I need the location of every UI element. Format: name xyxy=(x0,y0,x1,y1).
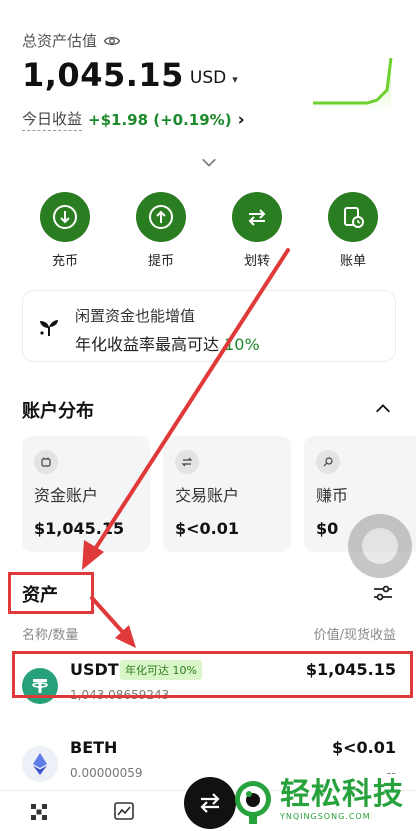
asset-symbol: BETH xyxy=(70,738,118,757)
account-name: 交易账户 xyxy=(175,486,240,505)
annotation-box-usdt-row xyxy=(12,651,413,698)
earn-icon xyxy=(316,450,340,474)
chevron-up-icon[interactable] xyxy=(374,400,392,418)
balance-sparkline xyxy=(313,57,393,112)
earn-promo-card[interactable]: 闲置资金也能增值 年化收益率最高可达 10% xyxy=(22,290,396,362)
funding-account-card[interactable]: 资金账户 $1,045.15 xyxy=(22,436,150,552)
filter-settings-icon[interactable] xyxy=(372,582,394,604)
promo-title: 闲置资金也能增值 xyxy=(75,307,196,325)
trade-swap-button[interactable] xyxy=(184,777,236,829)
account-name: 赚币 xyxy=(316,486,349,505)
withdraw-button[interactable]: 提币 xyxy=(121,192,201,269)
quick-actions: 充币 提币 划转 账单 xyxy=(0,192,416,272)
watermark: 轻松科技 YNQINGSONG.COM xyxy=(232,778,404,828)
account-value: $0 xyxy=(316,519,339,538)
market-chart-icon[interactable] xyxy=(114,802,134,820)
column-header-name-qty: 名称/数量 xyxy=(22,628,79,643)
chevron-down-icon[interactable] xyxy=(200,153,218,171)
account-distribution-title: 账户分布 xyxy=(22,401,94,422)
withdraw-label: 提币 xyxy=(147,254,174,269)
eye-icon[interactable] xyxy=(103,32,121,50)
caret-down-icon[interactable]: ▾ xyxy=(232,73,238,86)
deposit-label: 充币 xyxy=(51,254,78,269)
sprout-icon xyxy=(40,320,58,336)
annotation-box-assets-title xyxy=(8,572,94,614)
balance-value: 1,045.15 xyxy=(22,56,184,94)
transfer-icon xyxy=(232,192,282,242)
swap-icon xyxy=(200,793,220,813)
deposit-button[interactable]: 充币 xyxy=(25,192,105,269)
transfer-button[interactable]: 划转 xyxy=(217,192,297,269)
balance-row: 1,045.15 USD ▾ xyxy=(22,56,238,94)
today-earnings-label: 今日收益 xyxy=(22,108,83,131)
watermark-title: 轻松科技 xyxy=(280,777,404,812)
account-value: $<0.01 xyxy=(175,519,240,538)
bill-button[interactable]: 账单 xyxy=(313,192,393,269)
watermark-subtitle: YNQINGSONG.COM xyxy=(280,812,371,821)
bill-label: 账单 xyxy=(339,254,366,269)
asset-value: $<0.01 xyxy=(331,738,396,757)
account-name: 资金账户 xyxy=(34,486,99,505)
trading-account-card[interactable]: 交易账户 $<0.01 xyxy=(163,436,291,552)
wallet-icon xyxy=(34,450,58,474)
column-header-value-pnl: 价值/现货收益 xyxy=(313,628,396,643)
deposit-icon xyxy=(40,192,90,242)
today-earnings[interactable]: 今日收益 +$1.98 (+0.19%) › xyxy=(22,108,245,131)
promo-rate: 10% xyxy=(224,335,260,354)
withdraw-icon xyxy=(136,192,186,242)
transfer-label: 划转 xyxy=(243,254,270,269)
total-assets-label: 总资产估值 xyxy=(22,30,121,51)
chevron-right-icon: › xyxy=(237,109,245,130)
exchange-icon xyxy=(175,450,199,474)
promo-subtitle: 年化收益率最高可达 10% xyxy=(75,335,260,354)
today-earnings-value: +$1.98 (+0.19%) xyxy=(88,110,232,129)
watermark-logo-icon xyxy=(235,781,271,824)
home-icon[interactable] xyxy=(30,803,48,821)
asset-quantity: 0.00000059 xyxy=(70,766,143,780)
currency-selector[interactable]: USD xyxy=(190,68,226,88)
floating-assistive-button[interactable] xyxy=(348,514,412,578)
account-value: $1,045.15 xyxy=(34,519,125,538)
total-assets-text: 总资产估值 xyxy=(22,32,98,50)
bill-icon xyxy=(328,192,378,242)
ethereum-icon xyxy=(22,746,58,782)
